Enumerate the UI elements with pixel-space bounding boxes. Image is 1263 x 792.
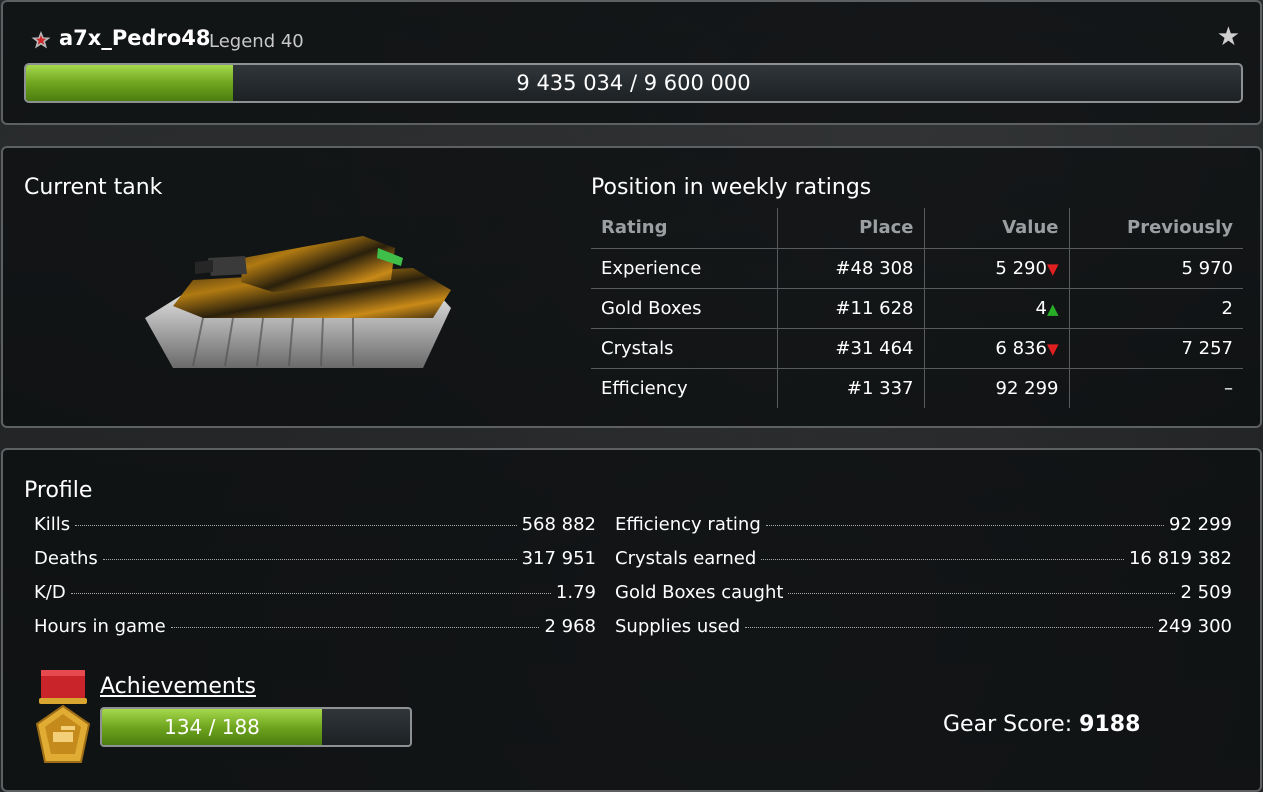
rating-value: 4	[1035, 297, 1047, 319]
experience-progress-bar: 9 435 034 / 9 600 000	[24, 63, 1243, 103]
weekly-ratings-title: Position in weekly ratings	[591, 175, 872, 200]
player-nickname: a7x_Pedro48	[59, 26, 211, 50]
stat-label: Crystals earned	[615, 548, 757, 569]
rating-place: #48 308	[776, 247, 924, 288]
favorite-star-icon[interactable]: ★	[1217, 24, 1240, 50]
achievements-link[interactable]: Achievements	[100, 674, 256, 699]
rating-place: #1 337	[776, 367, 924, 408]
rating-value: 92 299	[995, 377, 1059, 399]
table-row: Gold Boxes #11 628 4▲ 2	[591, 287, 1243, 328]
table-row: Efficiency #1 337 92 299 –	[591, 367, 1243, 408]
stat-label: Efficiency rating	[615, 514, 761, 535]
tank-ratings-panel: Current tank Position in weekly ratings …	[1, 146, 1262, 428]
rating-value-cell: 5 290▼	[923, 247, 1069, 288]
medal-icon	[35, 670, 91, 763]
player-header-panel: a7x_Pedro48 Legend 40 ★ 9 435 034 / 9 60…	[1, 0, 1262, 125]
stat-row-kills: Kills 568 882	[34, 514, 596, 548]
profile-title: Profile	[24, 478, 93, 503]
rating-value: 6 836	[995, 337, 1047, 359]
stat-value: 2 509	[1180, 582, 1232, 603]
stat-row-efficiency: Efficiency rating 92 299	[615, 514, 1232, 548]
stat-label: Hours in game	[34, 616, 166, 637]
achievements-progress-text: 134 / 188	[164, 715, 260, 739]
stat-label: Supplies used	[615, 616, 741, 637]
rank-star-icon	[31, 31, 51, 49]
dotted-leader	[70, 593, 551, 594]
rating-name: Gold Boxes	[591, 287, 777, 328]
dotted-leader	[745, 627, 1153, 628]
rating-value: 5 290	[995, 257, 1047, 279]
column-header-value: Value	[923, 208, 1069, 248]
stat-label: Deaths	[34, 548, 98, 569]
stat-row-crystals: Crystals earned 16 819 382	[615, 548, 1232, 582]
current-tank-title: Current tank	[24, 175, 163, 200]
weekly-ratings-table: Rating Place Value Previously Experience…	[591, 208, 1243, 408]
trend-down-icon: ▼	[1046, 259, 1059, 278]
dotted-leader	[765, 525, 1165, 526]
stat-label: K/D	[34, 582, 66, 603]
rating-previous: –	[1068, 367, 1243, 408]
dotted-leader	[75, 525, 517, 526]
stat-row-deaths: Deaths 317 951	[34, 548, 596, 582]
stat-label: Gold Boxes caught	[615, 582, 784, 603]
achievements-progress-bar: 134 / 188	[100, 707, 412, 747]
stat-value: 92 299	[1169, 514, 1232, 535]
stat-value: 1.79	[555, 582, 596, 603]
stat-value: 317 951	[521, 548, 596, 569]
player-rank: Legend 40	[209, 31, 304, 52]
trend-down-icon: ▼	[1046, 339, 1059, 358]
dotted-leader	[788, 593, 1176, 594]
trend-up-icon: ▲	[1046, 299, 1059, 318]
gear-score-value: 9188	[1079, 712, 1141, 737]
tank-image	[145, 236, 451, 368]
stat-row-kd: K/D 1.79	[34, 582, 596, 616]
gear-score: Gear Score: 9188	[943, 712, 1140, 737]
dotted-leader	[102, 559, 517, 560]
rating-name: Crystals	[591, 327, 777, 368]
stat-row-supplies: Supplies used 249 300	[615, 616, 1232, 650]
table-header-row: Rating Place Value Previously	[591, 208, 1243, 248]
profile-panel: Profile Kills 568 882 Deaths 317 951 K/D…	[1, 448, 1262, 792]
rating-place: #11 628	[776, 287, 924, 328]
table-row: Experience #48 308 5 290▼ 5 970	[591, 247, 1243, 288]
rating-value-cell: 92 299	[923, 367, 1069, 408]
profile-stats-right: Efficiency rating 92 299 Crystals earned…	[615, 514, 1232, 650]
profile-stats-left: Kills 568 882 Deaths 317 951 K/D 1.79 Ho…	[34, 514, 596, 650]
stat-row-gold-boxes: Gold Boxes caught 2 509	[615, 582, 1232, 616]
gear-score-label: Gear Score:	[943, 712, 1073, 737]
dotted-leader	[761, 559, 1124, 560]
rating-name: Efficiency	[591, 367, 777, 408]
rating-value-cell: 6 836▼	[923, 327, 1069, 368]
stat-value: 249 300	[1157, 616, 1232, 637]
rating-name: Experience	[591, 247, 777, 288]
column-header-place: Place	[776, 208, 924, 248]
table-row: Crystals #31 464 6 836▼ 7 257	[591, 327, 1243, 368]
rating-previous: 2	[1068, 287, 1243, 328]
rating-value-cell: 4▲	[923, 287, 1069, 328]
stat-value: 568 882	[521, 514, 596, 535]
stat-value: 2 968	[544, 616, 596, 637]
experience-progress-text: 9 435 034 / 9 600 000	[516, 71, 751, 95]
rating-place: #31 464	[776, 327, 924, 368]
rating-previous: 5 970	[1068, 247, 1243, 288]
stat-value: 16 819 382	[1128, 548, 1232, 569]
column-header-previously: Previously	[1068, 208, 1243, 248]
dotted-leader	[170, 627, 540, 628]
rating-previous: 7 257	[1068, 327, 1243, 368]
stat-label: Kills	[34, 514, 71, 535]
column-header-rating: Rating	[601, 217, 668, 239]
stat-row-hours: Hours in game 2 968	[34, 616, 596, 650]
